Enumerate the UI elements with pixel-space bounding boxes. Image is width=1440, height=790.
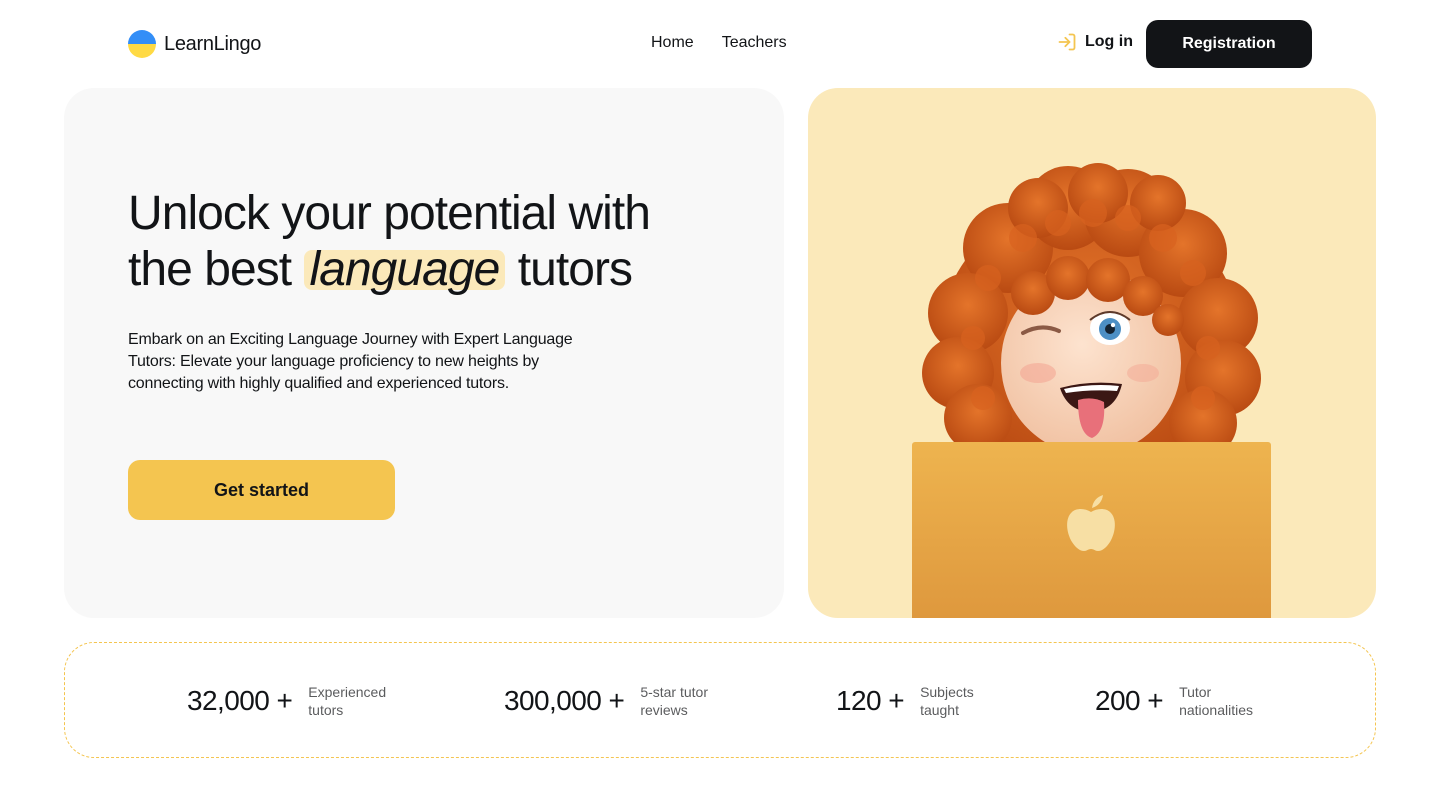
stat-value: 120 + (836, 685, 905, 716)
open-eye (1089, 311, 1131, 345)
hero-title-highlight: language (303, 246, 506, 294)
nav-home-link[interactable]: Home (651, 34, 694, 52)
stat-label: Tutor nationalities (1179, 684, 1253, 718)
main-nav: Home Teachers (651, 34, 787, 52)
hero-title-end: tutors (517, 243, 633, 296)
brand-logo[interactable]: LearnLingo (128, 30, 261, 58)
stat-item: 300,000 + 5-star tutor reviews (504, 683, 736, 719)
hero-title: Unlock your potential with the best lang… (128, 186, 708, 298)
stat-item: 120 + Subjects taught (836, 683, 1016, 719)
stat-label: 5-star tutor reviews (640, 684, 709, 718)
site-header: LearnLingo Home Teachers Log in Registra… (0, 0, 1440, 88)
stat-item: 200 + Tutor nationalities (1095, 683, 1275, 719)
brand-name: LearnLingo (164, 32, 262, 55)
stats-bar: 32,000 + Experienced tutors 300,000 + 5-… (64, 642, 1376, 758)
get-started-button[interactable]: Get started (128, 460, 395, 520)
nav-teachers-link[interactable]: Teachers (722, 34, 787, 52)
hero-panel: Unlock your potential with the best lang… (64, 88, 784, 618)
login-arrow-icon (1058, 33, 1076, 51)
hero-description: Embark on an Exciting Language Journey w… (128, 331, 573, 392)
stat-value: 300,000 + (504, 685, 625, 716)
stat-value: 32,000 + (187, 685, 293, 716)
login-button[interactable]: Log in (1057, 32, 1133, 52)
stat-label: Experienced tutors (308, 684, 387, 718)
stat-item: 32,000 + Experienced tutors (187, 683, 404, 719)
ukraine-flag-icon (128, 30, 156, 58)
stat-label: Subjects taught (920, 684, 974, 718)
login-label: Log in (1085, 33, 1133, 50)
registration-button[interactable]: Registration (1146, 20, 1312, 68)
hero-illustration-panel (808, 88, 1376, 618)
stat-value: 200 + (1095, 685, 1164, 716)
memoji-laptop-illustration (912, 163, 1271, 618)
